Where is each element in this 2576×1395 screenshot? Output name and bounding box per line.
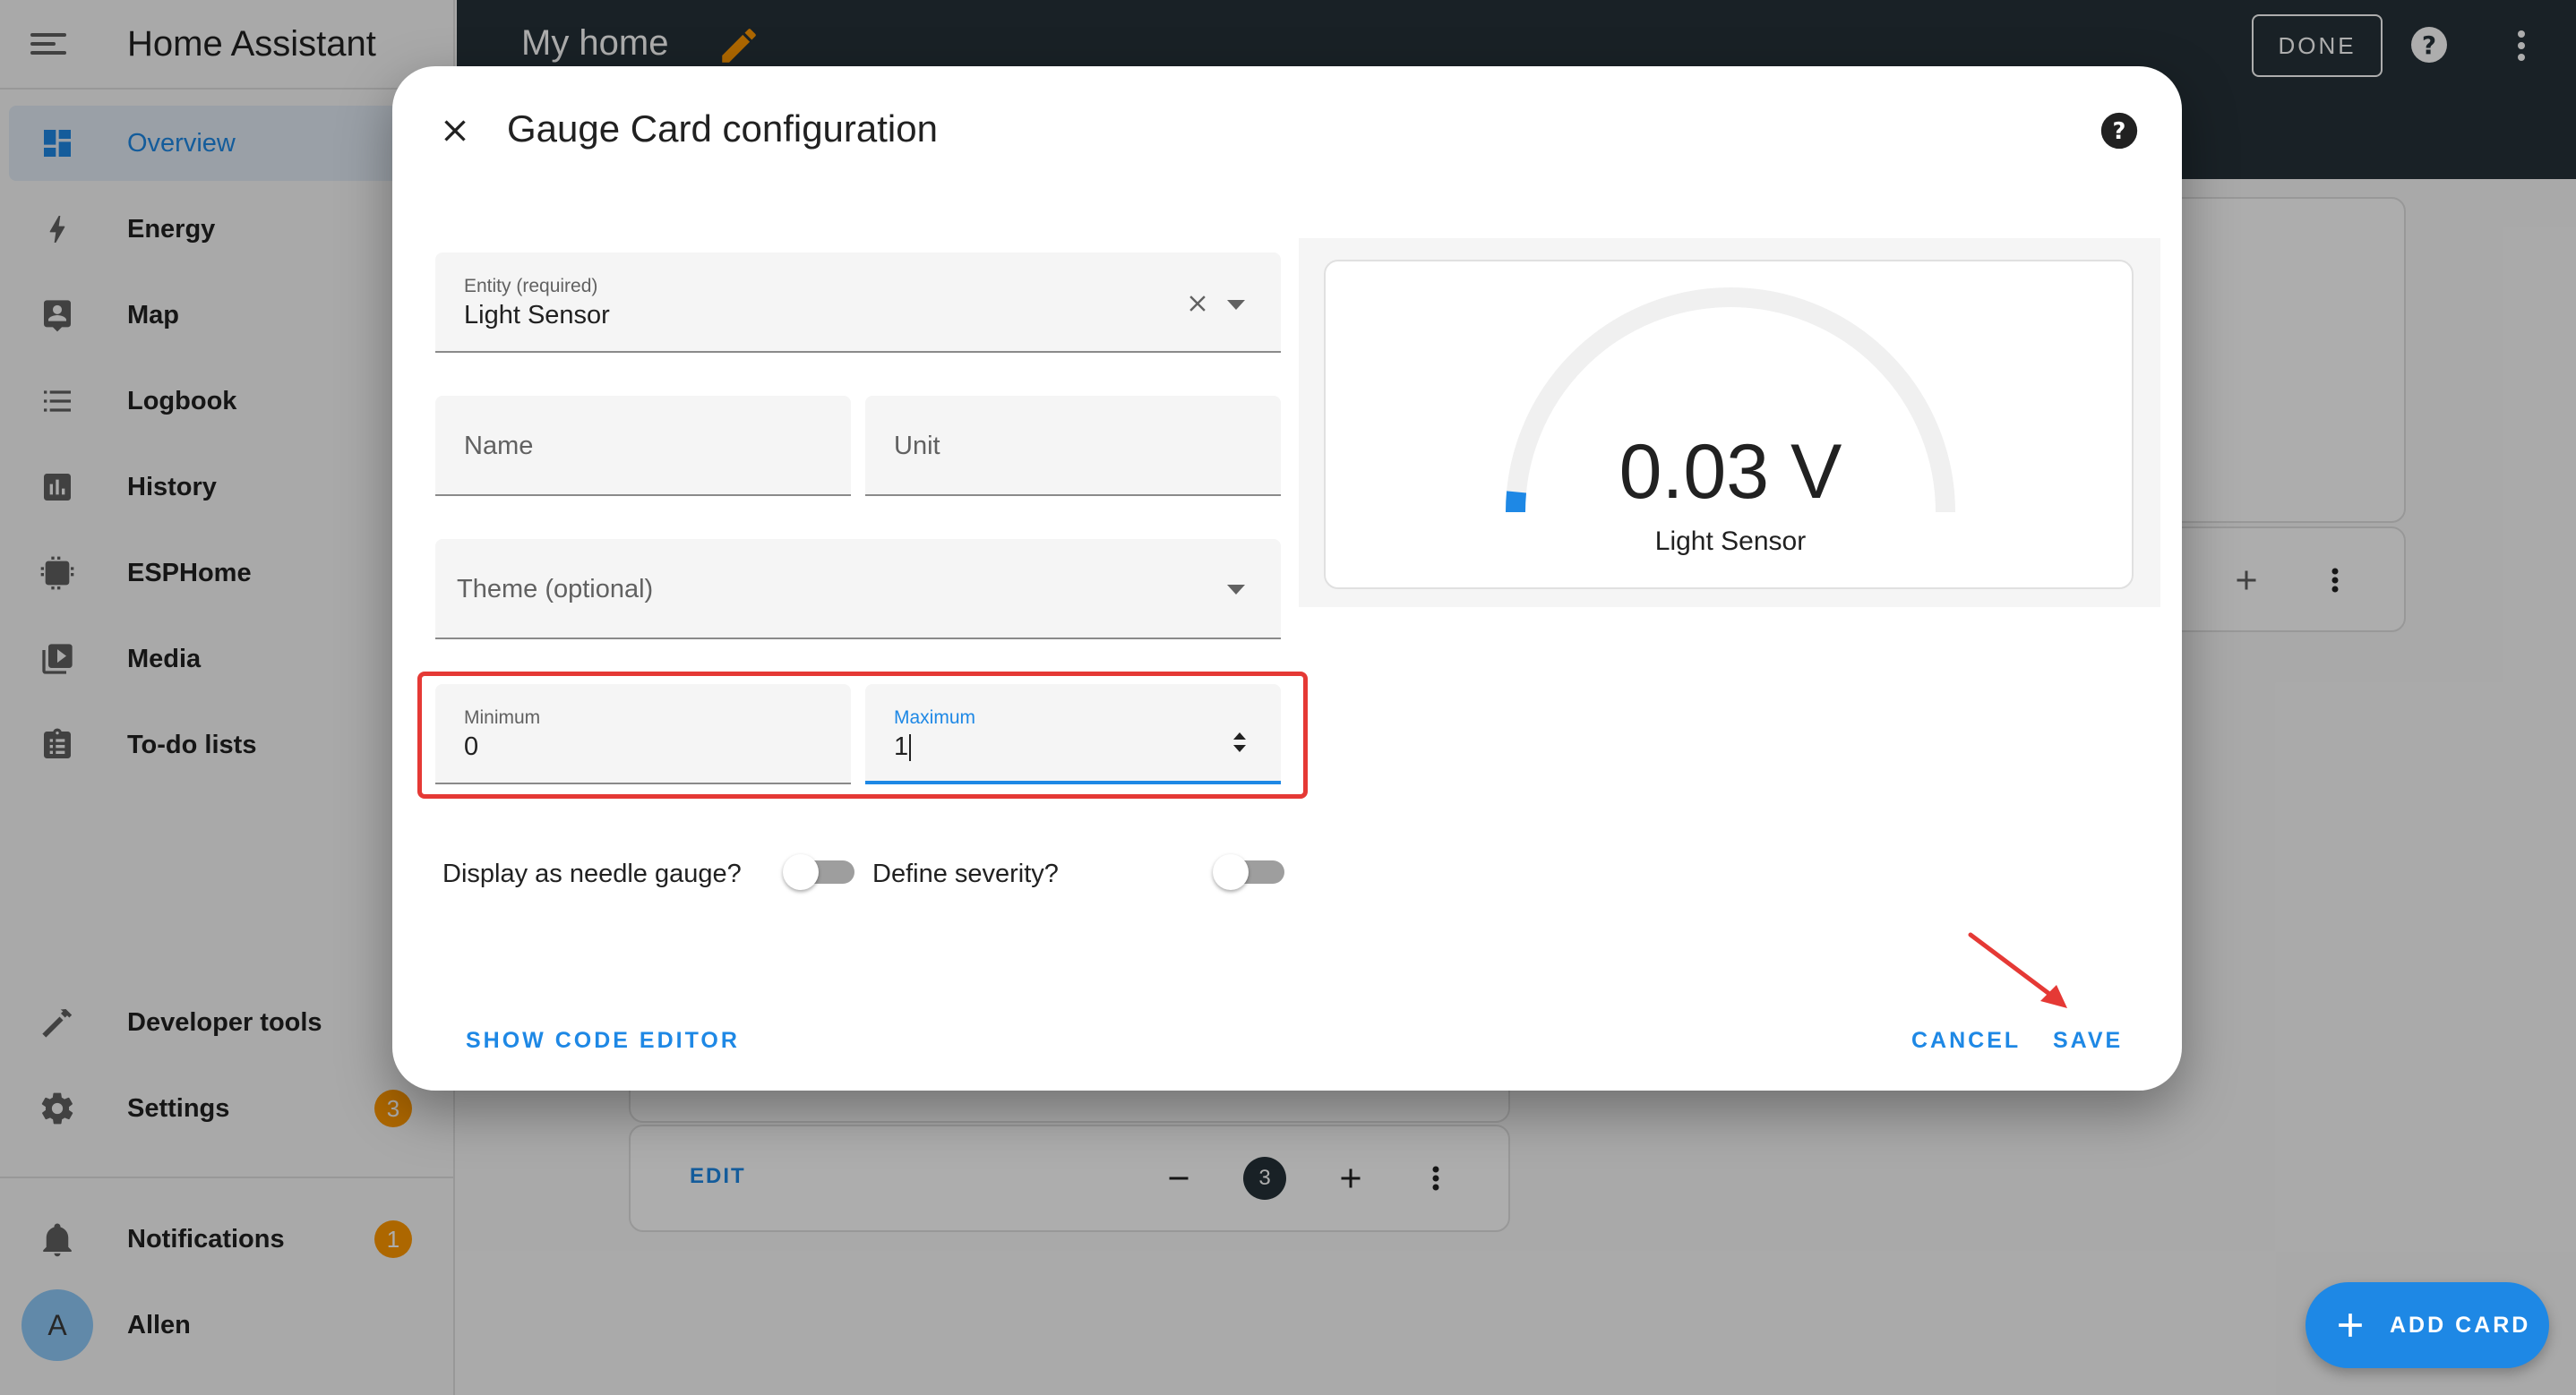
gauge-value: 0.03 V xyxy=(1619,429,1842,515)
dropdown-arrow-icon[interactable] xyxy=(1225,582,1247,596)
help-icon[interactable]: ? xyxy=(2099,111,2139,150)
annotation-arrow-icon xyxy=(1968,932,2067,1008)
unit-field[interactable]: Unit xyxy=(865,396,1281,496)
dialog-title: Gauge Card configuration xyxy=(507,107,938,150)
show-code-editor-button[interactable]: SHOW CODE EDITOR xyxy=(466,1028,740,1054)
cancel-button[interactable]: CANCEL xyxy=(1911,1028,2021,1054)
add-card-button[interactable]: ADD CARD xyxy=(2306,1282,2549,1368)
save-button[interactable]: SAVE xyxy=(2053,1028,2123,1054)
toggle-thumb xyxy=(1213,854,1249,890)
define-severity-toggle[interactable] xyxy=(1209,845,1290,899)
clear-icon[interactable] xyxy=(1184,290,1211,317)
svg-text:?: ? xyxy=(2113,118,2126,145)
gauge-card-dialog: Gauge Card configuration ? Entity (requi… xyxy=(392,66,2182,1091)
min-max-highlight xyxy=(417,672,1308,799)
gauge-card-preview: 0.03 V Light Sensor xyxy=(1324,260,2134,589)
plus-icon xyxy=(2331,1305,2370,1345)
entity-value: Light Sensor xyxy=(464,301,610,329)
unit-placeholder: Unit xyxy=(894,432,940,460)
entity-label: Entity (required) xyxy=(464,276,598,296)
name-placeholder: Name xyxy=(464,432,534,460)
entity-picker[interactable]: Entity (required) Light Sensor xyxy=(435,252,1281,353)
needle-gauge-label: Display as needle gauge? xyxy=(442,860,742,888)
name-field[interactable]: Name xyxy=(435,396,851,496)
add-card-label: ADD CARD xyxy=(2390,1312,2531,1338)
dropdown-arrow-icon[interactable] xyxy=(1225,297,1247,312)
needle-gauge-toggle[interactable] xyxy=(779,845,860,899)
theme-placeholder: Theme (optional) xyxy=(457,575,654,603)
gauge-entity-name: Light Sensor xyxy=(1654,526,1807,556)
toggle-thumb xyxy=(783,854,819,890)
define-severity-label: Define severity? xyxy=(872,860,1059,888)
close-icon[interactable] xyxy=(437,113,473,149)
theme-select[interactable]: Theme (optional) xyxy=(435,539,1281,639)
